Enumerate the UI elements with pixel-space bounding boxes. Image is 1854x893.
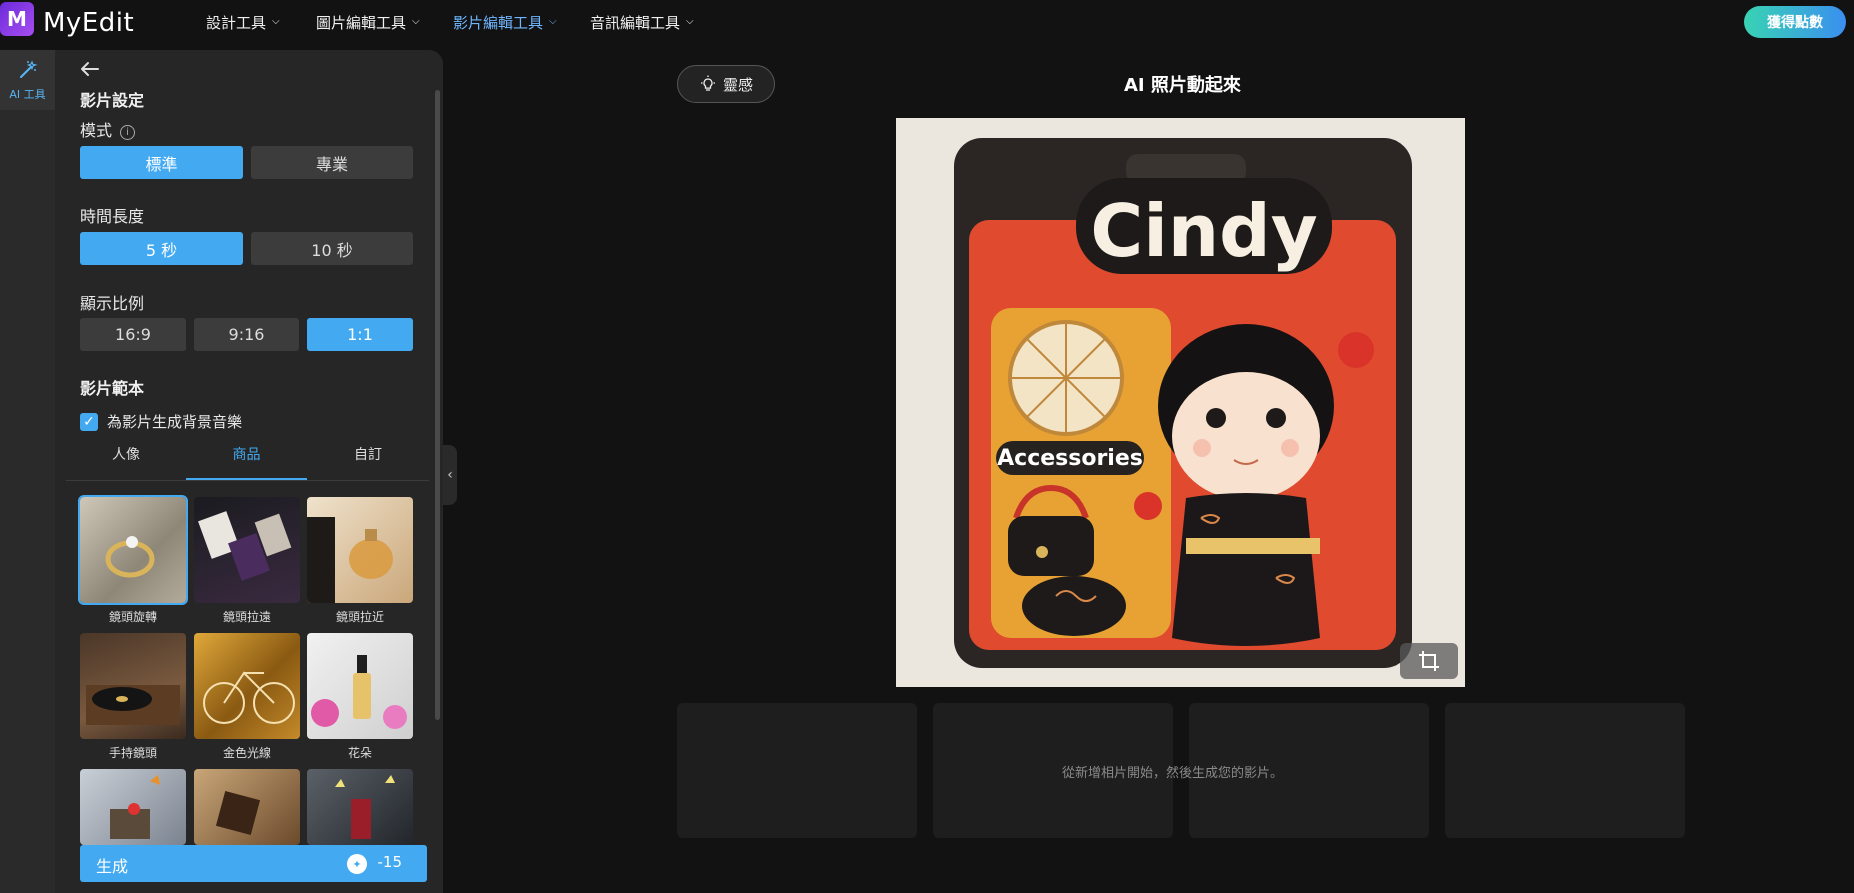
template-label-flowers: 花朵 — [347, 746, 372, 760]
chevron-down-icon: ⌵ — [686, 16, 694, 27]
turntable-image-icon — [86, 685, 180, 725]
active-tab-indicator — [186, 478, 307, 480]
cindy-figure-image: Accessories Cindy — [896, 118, 1465, 687]
info-icon[interactable]: i — [120, 125, 136, 140]
lightbulb-icon — [700, 75, 715, 91]
back-arrow-icon[interactable] — [80, 58, 100, 82]
tab-product[interactable]: 商品 — [186, 444, 307, 480]
chocolate-image-icon — [215, 790, 261, 836]
aspect-ratio-label: 顯示比例 — [80, 294, 145, 313]
nav-audio-tools[interactable]: 音訊編輯工具 ⌵ — [590, 12, 694, 33]
template-thumb-row3-3[interactable] — [307, 769, 413, 845]
video-slot-1[interactable] — [677, 703, 917, 838]
template-thumb-row3-1[interactable] — [80, 769, 186, 845]
serum-image-icon — [311, 655, 407, 729]
mode-pro-button[interactable]: 專業 — [251, 146, 413, 179]
ratio-16-9-button[interactable]: 16:9 — [80, 318, 186, 351]
image-header-text: Cindy — [1090, 189, 1317, 273]
template-label-golden-light: 金色光線 — [222, 746, 271, 760]
template-label-handheld: 手持鏡頭 — [108, 746, 157, 760]
nav-video-tools-label: 影片編輯工具 — [453, 14, 544, 32]
video-template-title: 影片範本 — [80, 379, 145, 398]
mode-label: 模式 i — [80, 117, 136, 141]
tab-custom[interactable]: 自訂 — [307, 444, 429, 480]
generate-button[interactable]: 生成 ✦ -15 — [80, 845, 427, 882]
template-thumb-zoom-out[interactable] — [194, 497, 300, 603]
image-badge-text: Accessories — [997, 446, 1143, 471]
bottle-image-icon — [335, 775, 395, 839]
page-title: AI 照片動起來 — [1124, 75, 1241, 96]
video-slot-4[interactable] — [1445, 703, 1685, 838]
template-thumb-handheld[interactable] — [80, 633, 186, 739]
left-rail — [0, 50, 55, 893]
template-label-zoom-in: 鏡頭拉近 — [335, 610, 384, 624]
tab-portrait[interactable]: 人像 — [66, 444, 186, 480]
bgm-checkbox-label[interactable]: 為影片生成背景音樂 — [107, 411, 242, 432]
myedit-logo-icon[interactable]: M — [0, 2, 34, 36]
inspiration-button[interactable]: 靈感 — [677, 65, 775, 103]
chevron-down-icon: ⌵ — [549, 16, 557, 27]
shirts-image-icon — [198, 511, 292, 581]
top-nav-bar: M MyEdit 設計工具 ⌵ 圖片編輯工具 ⌵ 影片編輯工具 ⌵ 音訊編輯工具… — [0, 0, 1854, 44]
generate-cost: -15 — [377, 853, 403, 871]
get-points-button[interactable]: 獲得點數 — [1744, 6, 1846, 38]
duration-10s-button[interactable]: 10 秒 — [251, 232, 413, 265]
collapse-panel-chevron-icon[interactable]: ‹ — [443, 445, 457, 505]
template-thumb-zoom-in[interactable] — [307, 497, 413, 603]
magic-wand-icon — [19, 60, 38, 78]
bgm-checkbox[interactable]: ✓ — [80, 413, 98, 431]
rail-item-ai-tools[interactable]: AI 工具 — [0, 50, 55, 110]
perfume-image-icon — [307, 517, 393, 603]
nav-design-tools[interactable]: 設計工具 ⌵ — [206, 12, 280, 33]
video-settings-title: 影片設定 — [80, 91, 145, 110]
empty-state-hint: 從新增相片開始，然後生成您的影片。 — [1062, 766, 1284, 781]
uploaded-photo[interactable]: Accessories Cindy — [896, 118, 1465, 687]
chevron-down-icon: ⌵ — [272, 16, 280, 27]
butterfly-image-icon — [110, 775, 160, 839]
nav-photo-tools[interactable]: 圖片編輯工具 ⌵ — [316, 12, 420, 33]
tab-divider — [66, 480, 429, 481]
template-label-rotate: 鏡頭旋轉 — [108, 610, 157, 624]
generate-label: 生成 — [96, 857, 129, 876]
bicycle-image-icon — [203, 671, 295, 724]
ratio-9-16-button[interactable]: 9:16 — [194, 318, 299, 351]
nav-design-tools-label: 設計工具 — [206, 14, 267, 32]
panel-scrollbar[interactable] — [435, 90, 440, 720]
template-label-zoom-out: 鏡頭拉遠 — [222, 610, 271, 624]
duration-5s-button[interactable]: 5 秒 — [80, 232, 243, 265]
template-thumb-rotate[interactable] — [78, 495, 188, 605]
inspiration-label: 靈感 — [722, 75, 753, 94]
credit-icon: ✦ — [347, 854, 367, 874]
template-thumb-golden-light[interactable] — [194, 633, 300, 739]
mode-label-text: 模式 — [80, 121, 113, 140]
crop-icon[interactable] — [1400, 643, 1458, 679]
ring-image-icon — [105, 536, 155, 578]
nav-photo-tools-label: 圖片編輯工具 — [316, 14, 407, 32]
nav-audio-tools-label: 音訊編輯工具 — [590, 14, 681, 32]
template-thumb-row3-2[interactable] — [194, 769, 300, 845]
app-name[interactable]: MyEdit — [43, 8, 134, 38]
chevron-down-icon: ⌵ — [412, 16, 420, 27]
mode-standard-button[interactable]: 標準 — [80, 146, 243, 179]
rail-item-ai-tools-label: AI 工具 — [9, 88, 46, 101]
ratio-1-1-button[interactable]: 1:1 — [307, 318, 413, 351]
template-thumb-flowers[interactable] — [307, 633, 413, 739]
duration-label: 時間長度 — [80, 207, 145, 226]
nav-video-tools[interactable]: 影片編輯工具 ⌵ — [453, 12, 557, 33]
